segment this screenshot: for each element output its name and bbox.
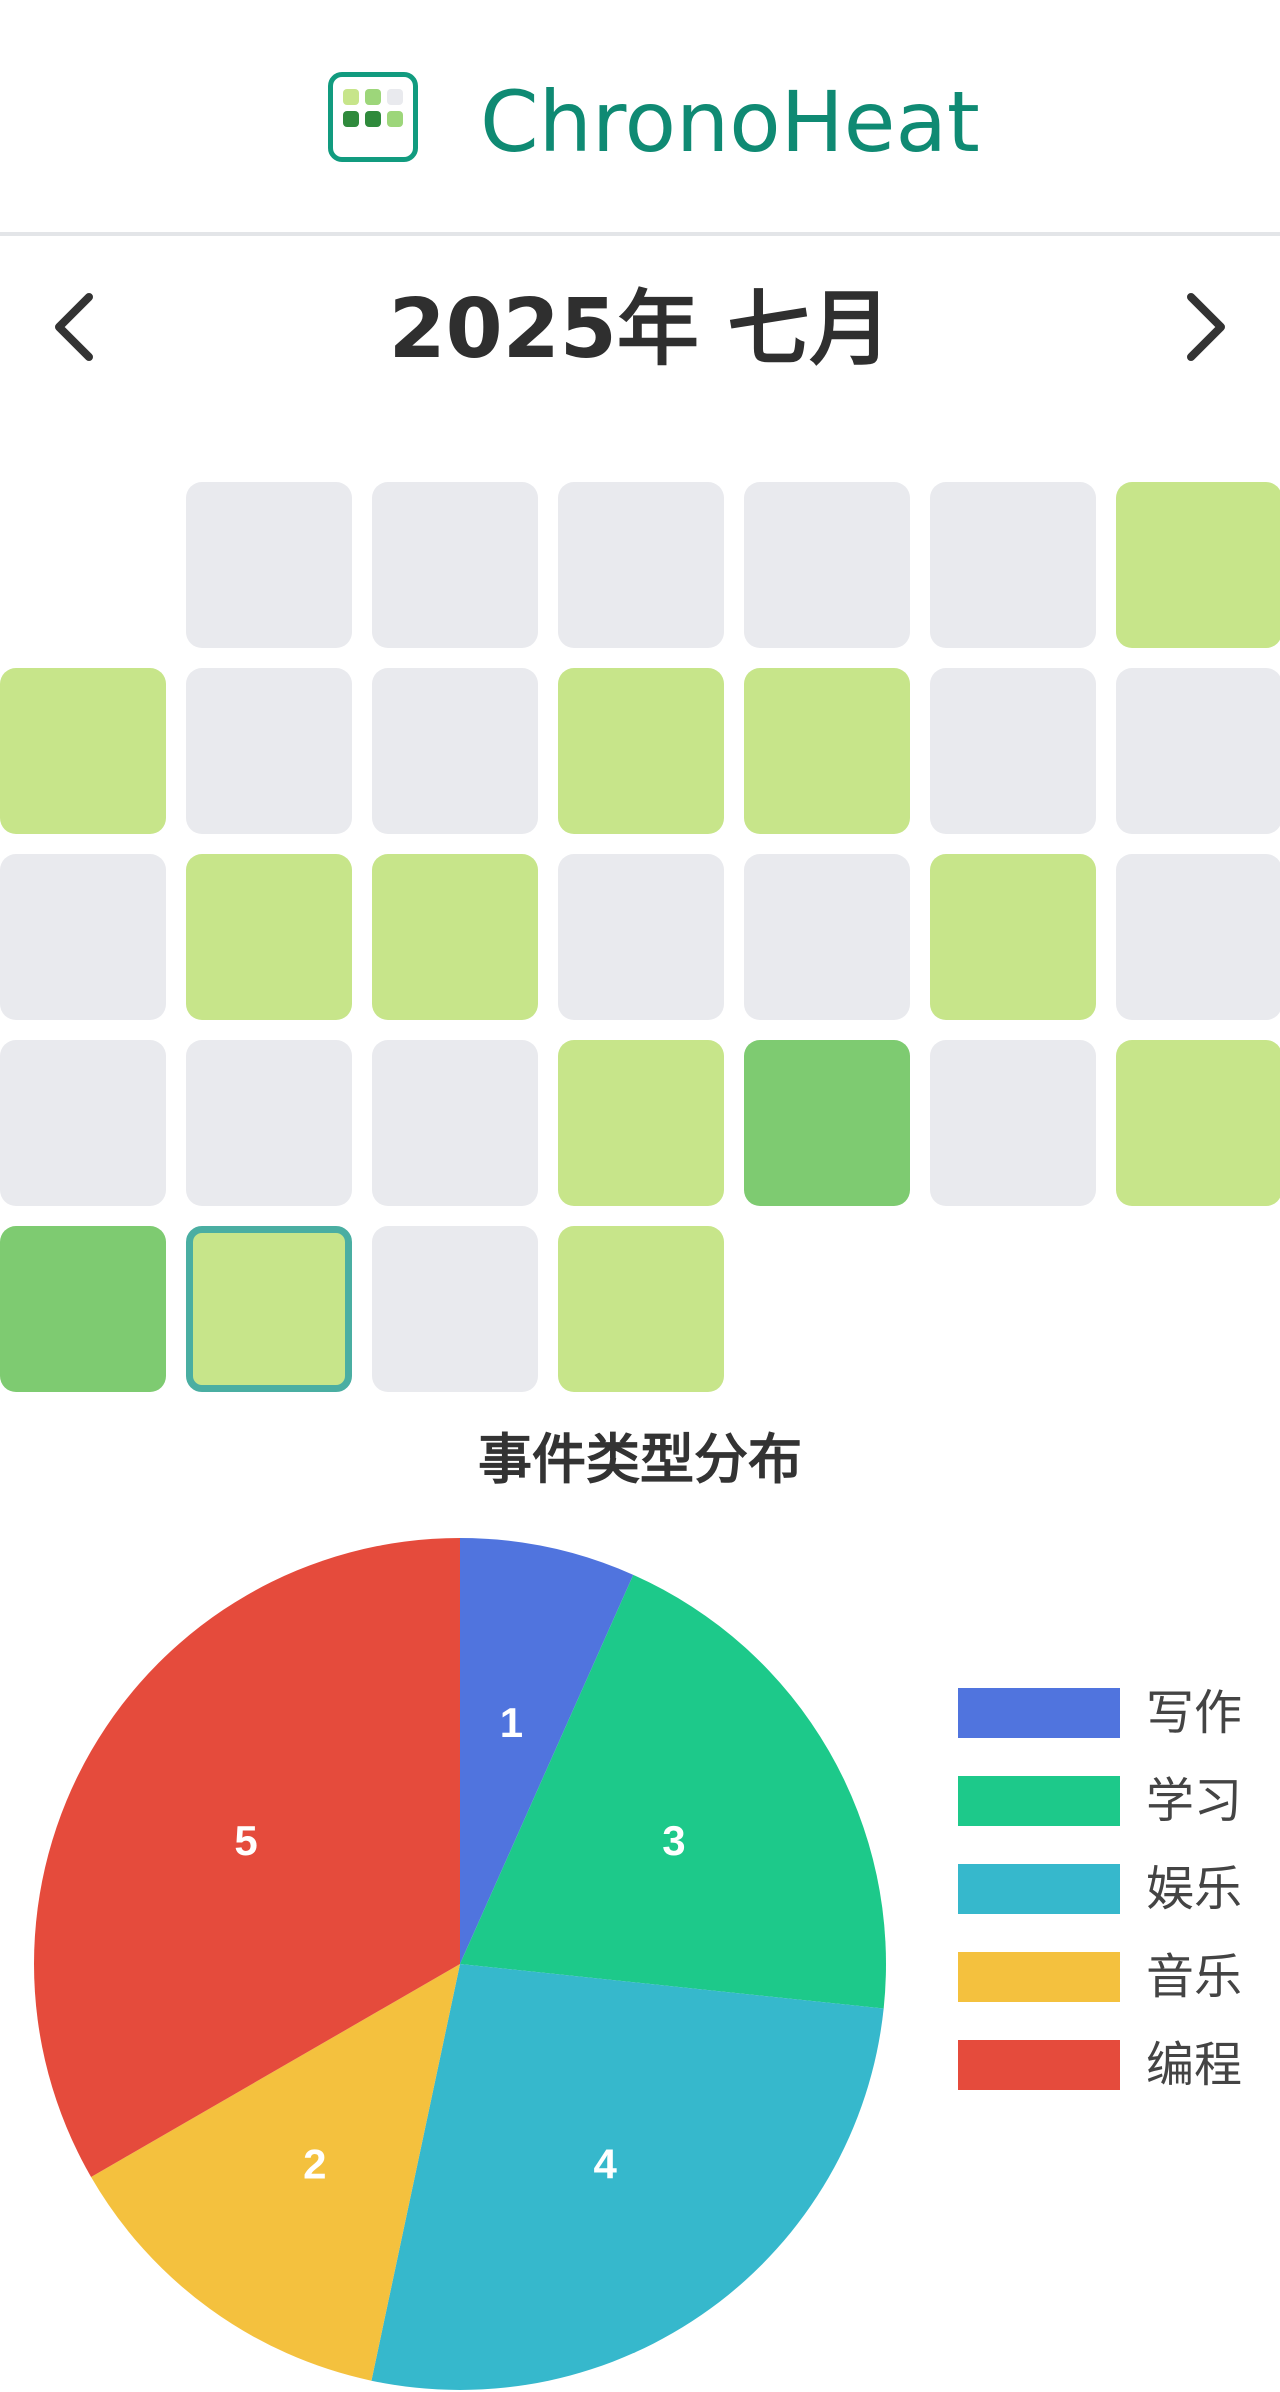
pie-slice-label-3: 4 [594, 2140, 618, 2187]
calendar-day-27[interactable] [1116, 1040, 1280, 1206]
calendar-day-19[interactable] [930, 854, 1096, 1020]
pie-slice-label-5: 5 [234, 1817, 257, 1864]
pie-chart: 1 3 4 2 5 [0, 1520, 960, 2392]
calendar-day-25[interactable] [744, 1040, 910, 1206]
calendar-grid-logo-icon [328, 72, 418, 162]
calendar-day-8[interactable] [186, 668, 352, 834]
calendar-day-14[interactable] [0, 854, 166, 1020]
app-header: ChronoHeat [0, 0, 1280, 236]
calendar-day-4[interactable] [744, 482, 910, 648]
calendar-day-6[interactable] [1116, 482, 1280, 648]
legend-swatch [958, 1688, 1120, 1738]
calendar-day-29[interactable] [186, 1226, 352, 1392]
next-month-button[interactable] [1160, 282, 1250, 372]
calendar-day-5[interactable] [930, 482, 1096, 648]
pie-slice-3[interactable] [371, 1964, 884, 2390]
legend-swatch [958, 1952, 1120, 2002]
calendar-day-12[interactable] [930, 668, 1096, 834]
calendar-day-21[interactable] [0, 1040, 166, 1206]
pie-chart-svg: 1 3 4 2 5 [34, 1538, 886, 2390]
legend-label: 娱乐 [1146, 1861, 1243, 1917]
calendar-day-22[interactable] [186, 1040, 352, 1206]
calendar-day-13[interactable] [1116, 668, 1280, 834]
chevron-right-icon [1187, 293, 1225, 361]
pie-slice-label-1: 1 [500, 1699, 523, 1746]
calendar-day-10[interactable] [558, 668, 724, 834]
month-title: 2025年 七月 [388, 282, 892, 377]
calendar-day-26[interactable] [930, 1040, 1096, 1206]
calendar-day-28[interactable] [0, 1226, 166, 1392]
prev-month-button[interactable] [30, 282, 120, 372]
calendar-day-11[interactable] [744, 668, 910, 834]
calendar-heatmap [0, 482, 1280, 1392]
app-root: ChronoHeat 2025年 七月 事件类型分布 1 3 4 2 5 写作学习娱乐音… [0, 0, 1280, 2392]
legend-item-5[interactable]: 编程 [958, 2032, 1268, 2093]
legend-item-1[interactable]: 写作 [958, 1680, 1268, 1741]
calendar-day-18[interactable] [744, 854, 910, 1020]
pie-slice-label-2: 3 [662, 1817, 685, 1864]
legend-label: 写作 [1146, 1685, 1243, 1741]
legend-swatch [958, 1864, 1120, 1914]
calendar-day-17[interactable] [558, 854, 724, 1020]
legend-label: 学习 [1146, 1773, 1243, 1829]
legend-item-2[interactable]: 学习 [958, 1768, 1268, 1829]
calendar-day-3[interactable] [558, 482, 724, 648]
legend-item-3[interactable]: 娱乐 [958, 1856, 1268, 1917]
legend-swatch [958, 2040, 1120, 2090]
calendar-day-15[interactable] [186, 854, 352, 1020]
calendar-day-30[interactable] [372, 1226, 538, 1392]
chart-title: 事件类型分布 [478, 1428, 802, 1491]
legend-item-4[interactable]: 音乐 [958, 1944, 1268, 2005]
calendar-day-24[interactable] [558, 1040, 724, 1206]
calendar-day-1[interactable] [186, 482, 352, 648]
chevron-left-icon [55, 293, 93, 361]
legend-label: 编程 [1146, 2037, 1243, 2093]
legend-label: 音乐 [1146, 1949, 1243, 2005]
calendar-day-20[interactable] [1116, 854, 1280, 1020]
calendar-day-9[interactable] [372, 668, 538, 834]
calendar-day-31[interactable] [558, 1226, 724, 1392]
legend-swatch [958, 1776, 1120, 1826]
pie-slice-label-4: 2 [303, 2140, 326, 2187]
calendar-day-7[interactable] [0, 668, 166, 834]
calendar-day-2[interactable] [372, 482, 538, 648]
calendar-day-23[interactable] [372, 1040, 538, 1206]
app-title: ChronoHeat [480, 73, 980, 171]
calendar-day-16[interactable] [372, 854, 538, 1020]
